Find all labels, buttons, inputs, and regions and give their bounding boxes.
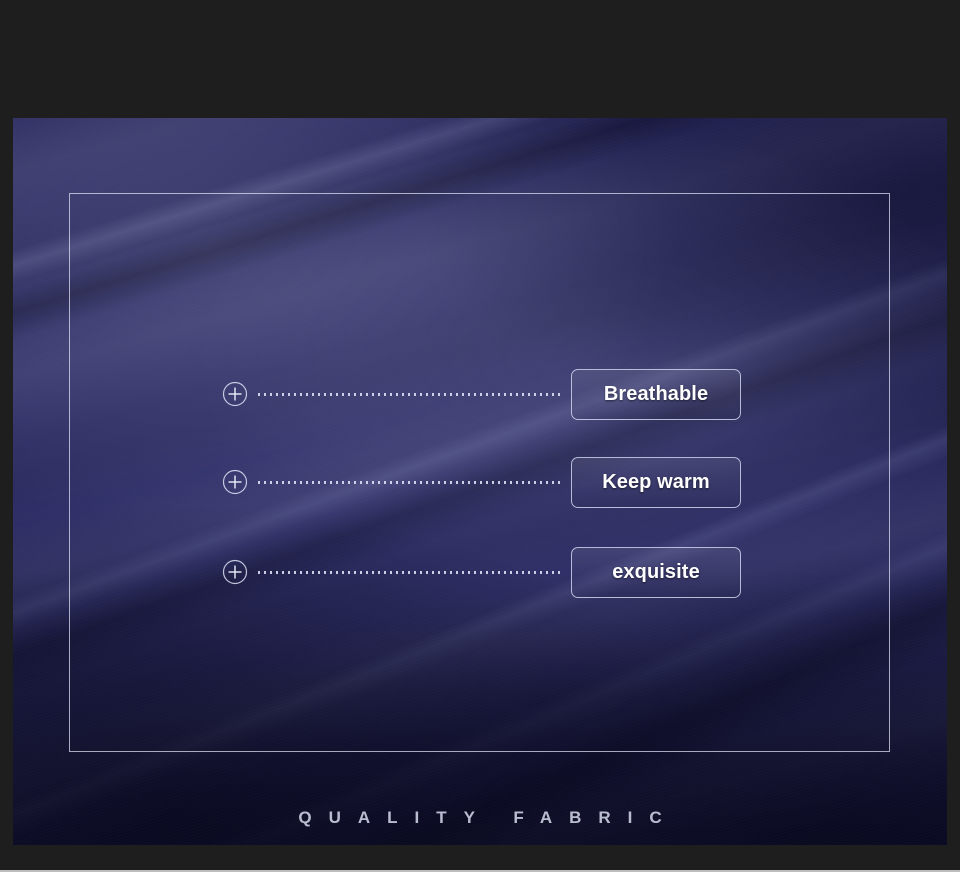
plus-circle-icon — [222, 469, 248, 495]
plus-circle-icon — [222, 559, 248, 585]
banner-caption: QUALITY FABRIC — [298, 808, 679, 827]
feature-row: Breathable — [0, 369, 960, 421]
dotted-leader-line — [258, 393, 562, 396]
feature-chip-keep-warm[interactable]: Keep warm — [571, 457, 741, 508]
feature-chip-exquisite[interactable]: exquisite — [571, 547, 741, 598]
dotted-leader-line — [258, 571, 562, 574]
feature-chip-breathable[interactable]: Breathable — [571, 369, 741, 420]
plus-circle-icon — [222, 381, 248, 407]
page-bottom-edge — [0, 872, 960, 886]
feature-row: Keep warm — [0, 457, 960, 509]
product-feature-banner: Breathable Keep warm exquisite QUALITY F… — [0, 0, 960, 886]
feature-row: exquisite — [0, 547, 960, 599]
dotted-leader-line — [258, 481, 562, 484]
